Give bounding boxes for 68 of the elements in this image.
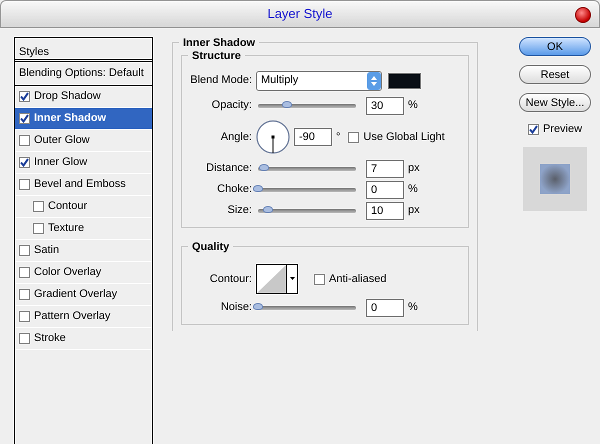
style-list-item[interactable]: Contour — [15, 196, 152, 218]
checkbox[interactable] — [19, 135, 30, 146]
close-button[interactable] — [575, 7, 591, 23]
checkbox[interactable] — [19, 333, 30, 344]
style-list-item[interactable]: Stroke — [15, 328, 152, 350]
field-label: Choke: — [216, 182, 252, 198]
slider-thumb[interactable] — [282, 100, 292, 108]
input-field[interactable]: 10 — [366, 202, 404, 220]
unit-label: ° — [336, 130, 340, 145]
checkbox-label: Anti-aliased — [329, 272, 386, 287]
style-list-item[interactable]: Pattern Overlay — [15, 306, 152, 328]
checkbox[interactable] — [19, 267, 30, 278]
unit-label: px — [408, 161, 420, 176]
checkbox[interactable] — [19, 179, 30, 190]
field-label: Noise: — [220, 300, 252, 316]
field-label: Opacity: — [210, 98, 252, 114]
field-label: Size: — [226, 203, 252, 218]
slider-thumb[interactable] — [262, 206, 273, 212]
unit-label: % — [408, 300, 418, 316]
dropdown-arrows-icon — [367, 72, 381, 90]
style-list-item[interactable]: Satin — [15, 240, 152, 262]
unit-label: % — [408, 98, 418, 114]
style-list-item[interactable]: Bevel and Emboss — [15, 174, 152, 196]
contour-picker[interactable] — [256, 264, 298, 294]
window-title: Layer Style — [267, 5, 333, 24]
section-title: Quality — [188, 239, 234, 256]
input-field[interactable]: 30 — [366, 96, 404, 114]
style-list-item[interactable]: Outer Glow — [15, 130, 152, 152]
checkbox[interactable] — [348, 132, 360, 142]
style-list-item[interactable]: Inner Glow — [15, 152, 152, 174]
angle-dial-icon — [256, 120, 290, 154]
checkbox[interactable] — [19, 311, 30, 322]
blend-mode-dropdown[interactable]: Multiply — [256, 70, 382, 90]
dialog-button[interactable]: OK — [519, 37, 591, 56]
checkbox[interactable] — [19, 113, 30, 124]
input-field[interactable]: 7 — [366, 160, 404, 178]
field-label: Blend Mode: — [190, 73, 252, 88]
style-list-item[interactable]: Color Overlay — [15, 262, 152, 284]
checkbox[interactable] — [19, 157, 30, 168]
slider-thumb[interactable] — [253, 184, 263, 192]
unit-label: % — [408, 182, 418, 198]
input-field[interactable]: -90 — [294, 128, 332, 146]
panel-header: Styles — [15, 38, 152, 62]
slider-thumb[interactable] — [253, 302, 263, 310]
field-label: Contour: — [208, 272, 252, 287]
input-field[interactable]: 0 — [366, 298, 404, 316]
field-label: Distance: — [205, 161, 252, 176]
checkbox-label: Use Global Light — [363, 130, 445, 145]
checkbox-label: Preview — [542, 122, 582, 137]
checkbox[interactable] — [528, 124, 539, 135]
unit-label: px — [408, 203, 420, 218]
checkbox[interactable] — [314, 274, 325, 284]
checkbox[interactable] — [19, 245, 30, 256]
checkbox[interactable] — [33, 223, 44, 234]
style-list-item[interactable]: Inner Shadow — [15, 108, 152, 130]
dialog-button[interactable]: Reset — [519, 65, 591, 84]
checkbox[interactable] — [33, 201, 44, 212]
style-list-item[interactable]: Texture — [15, 218, 152, 240]
dialog-button[interactable]: New Style... — [519, 93, 591, 112]
style-list-item[interactable]: Blending Options: Default — [15, 62, 152, 86]
checkbox[interactable] — [19, 91, 30, 102]
color-swatch[interactable] — [388, 72, 421, 88]
checkbox[interactable] — [19, 289, 30, 300]
style-list-item[interactable]: Gradient Overlay — [15, 284, 152, 306]
field-label: Angle: — [220, 130, 252, 145]
input-field[interactable]: 0 — [366, 180, 404, 198]
slider-thumb[interactable] — [258, 164, 269, 170]
style-preview — [523, 146, 587, 210]
